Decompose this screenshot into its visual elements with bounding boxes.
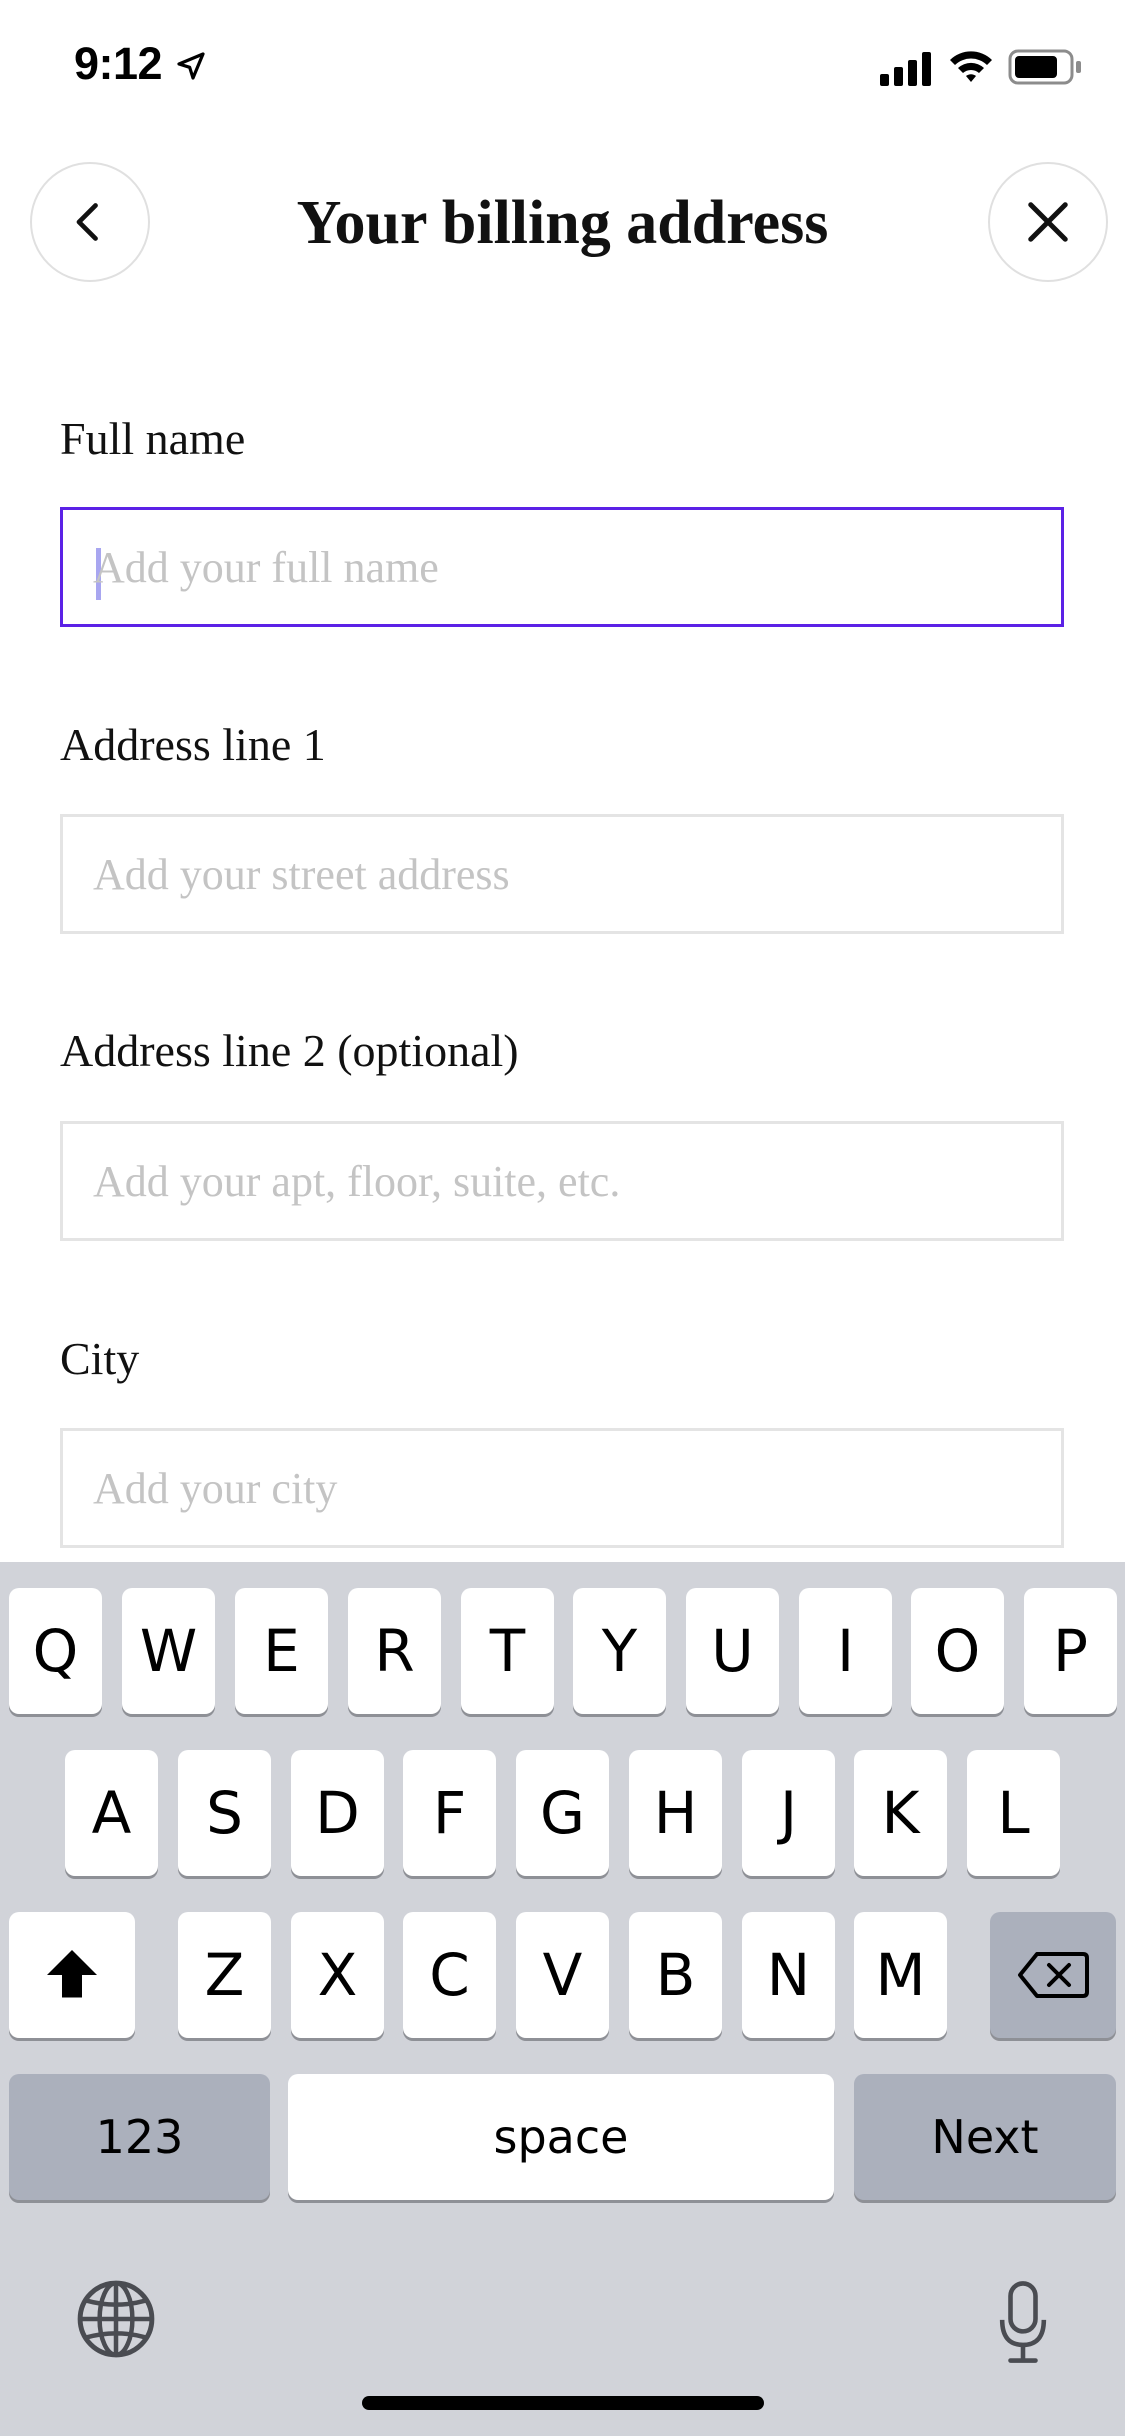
key-t[interactable]: T: [461, 1588, 554, 1714]
address-line-1-label: Address line 1: [60, 719, 326, 770]
shift-icon: [47, 1950, 97, 1998]
key-q[interactable]: Q: [9, 1588, 102, 1714]
key-k[interactable]: K: [854, 1750, 947, 1876]
close-icon: [1028, 202, 1068, 242]
key-p[interactable]: P: [1024, 1588, 1117, 1714]
key-c[interactable]: C: [403, 1912, 496, 2038]
address-line-1-input[interactable]: [93, 817, 1033, 931]
location-arrow-icon: [177, 52, 205, 80]
key-g[interactable]: G: [516, 1750, 609, 1876]
address-line-2-field[interactable]: [60, 1121, 1064, 1241]
wifi-icon: [950, 51, 992, 82]
close-button[interactable]: [988, 162, 1108, 282]
key-l[interactable]: L: [967, 1750, 1060, 1876]
key-x[interactable]: X: [291, 1912, 384, 2038]
shift-key[interactable]: [9, 1912, 135, 2038]
full-name-label: Full name: [60, 413, 246, 464]
microphone-icon[interactable]: [998, 2280, 1048, 2364]
key-h[interactable]: H: [629, 1750, 722, 1876]
city-input[interactable]: [93, 1431, 1033, 1545]
address-line-2-input[interactable]: [93, 1124, 1033, 1238]
key-s[interactable]: S: [178, 1750, 271, 1876]
key-z[interactable]: Z: [178, 1912, 271, 2038]
home-indicator: [362, 2396, 764, 2410]
page-title: Your billing address: [296, 189, 829, 257]
key-j[interactable]: J: [742, 1750, 835, 1876]
address-line-2-label: Address line 2 (optional): [60, 1025, 519, 1076]
key-d[interactable]: D: [291, 1750, 384, 1876]
cellular-signal-icon: [880, 52, 931, 86]
globe-icon[interactable]: [75, 2278, 157, 2360]
key-y[interactable]: Y: [573, 1588, 666, 1714]
key-r[interactable]: R: [348, 1588, 441, 1714]
key-o[interactable]: O: [911, 1588, 1004, 1714]
key-n[interactable]: N: [742, 1912, 835, 2038]
delete-key[interactable]: [990, 1912, 1116, 2038]
key-w[interactable]: W: [122, 1588, 215, 1714]
key-m[interactable]: M: [854, 1912, 947, 2038]
city-label: City: [60, 1333, 140, 1384]
status-bar: 9:12: [0, 0, 1125, 132]
key-b[interactable]: B: [629, 1912, 722, 2038]
battery-icon: [1008, 49, 1081, 85]
status-time: 9:12: [74, 38, 163, 89]
space-key[interactable]: space: [288, 2074, 834, 2200]
key-e[interactable]: E: [235, 1588, 328, 1714]
key-v[interactable]: V: [516, 1912, 609, 2038]
backspace-icon: [1018, 1952, 1089, 1998]
key-f[interactable]: F: [403, 1750, 496, 1876]
key-u[interactable]: U: [686, 1588, 779, 1714]
numbers-key[interactable]: 123: [9, 2074, 270, 2200]
full-name-field[interactable]: [60, 507, 1064, 627]
full-name-input[interactable]: [93, 510, 1033, 624]
key-a[interactable]: A: [65, 1750, 158, 1876]
next-key[interactable]: Next: [854, 2074, 1116, 2200]
address-line-1-field[interactable]: [60, 814, 1064, 934]
key-i[interactable]: I: [799, 1588, 892, 1714]
city-field[interactable]: [60, 1428, 1064, 1548]
